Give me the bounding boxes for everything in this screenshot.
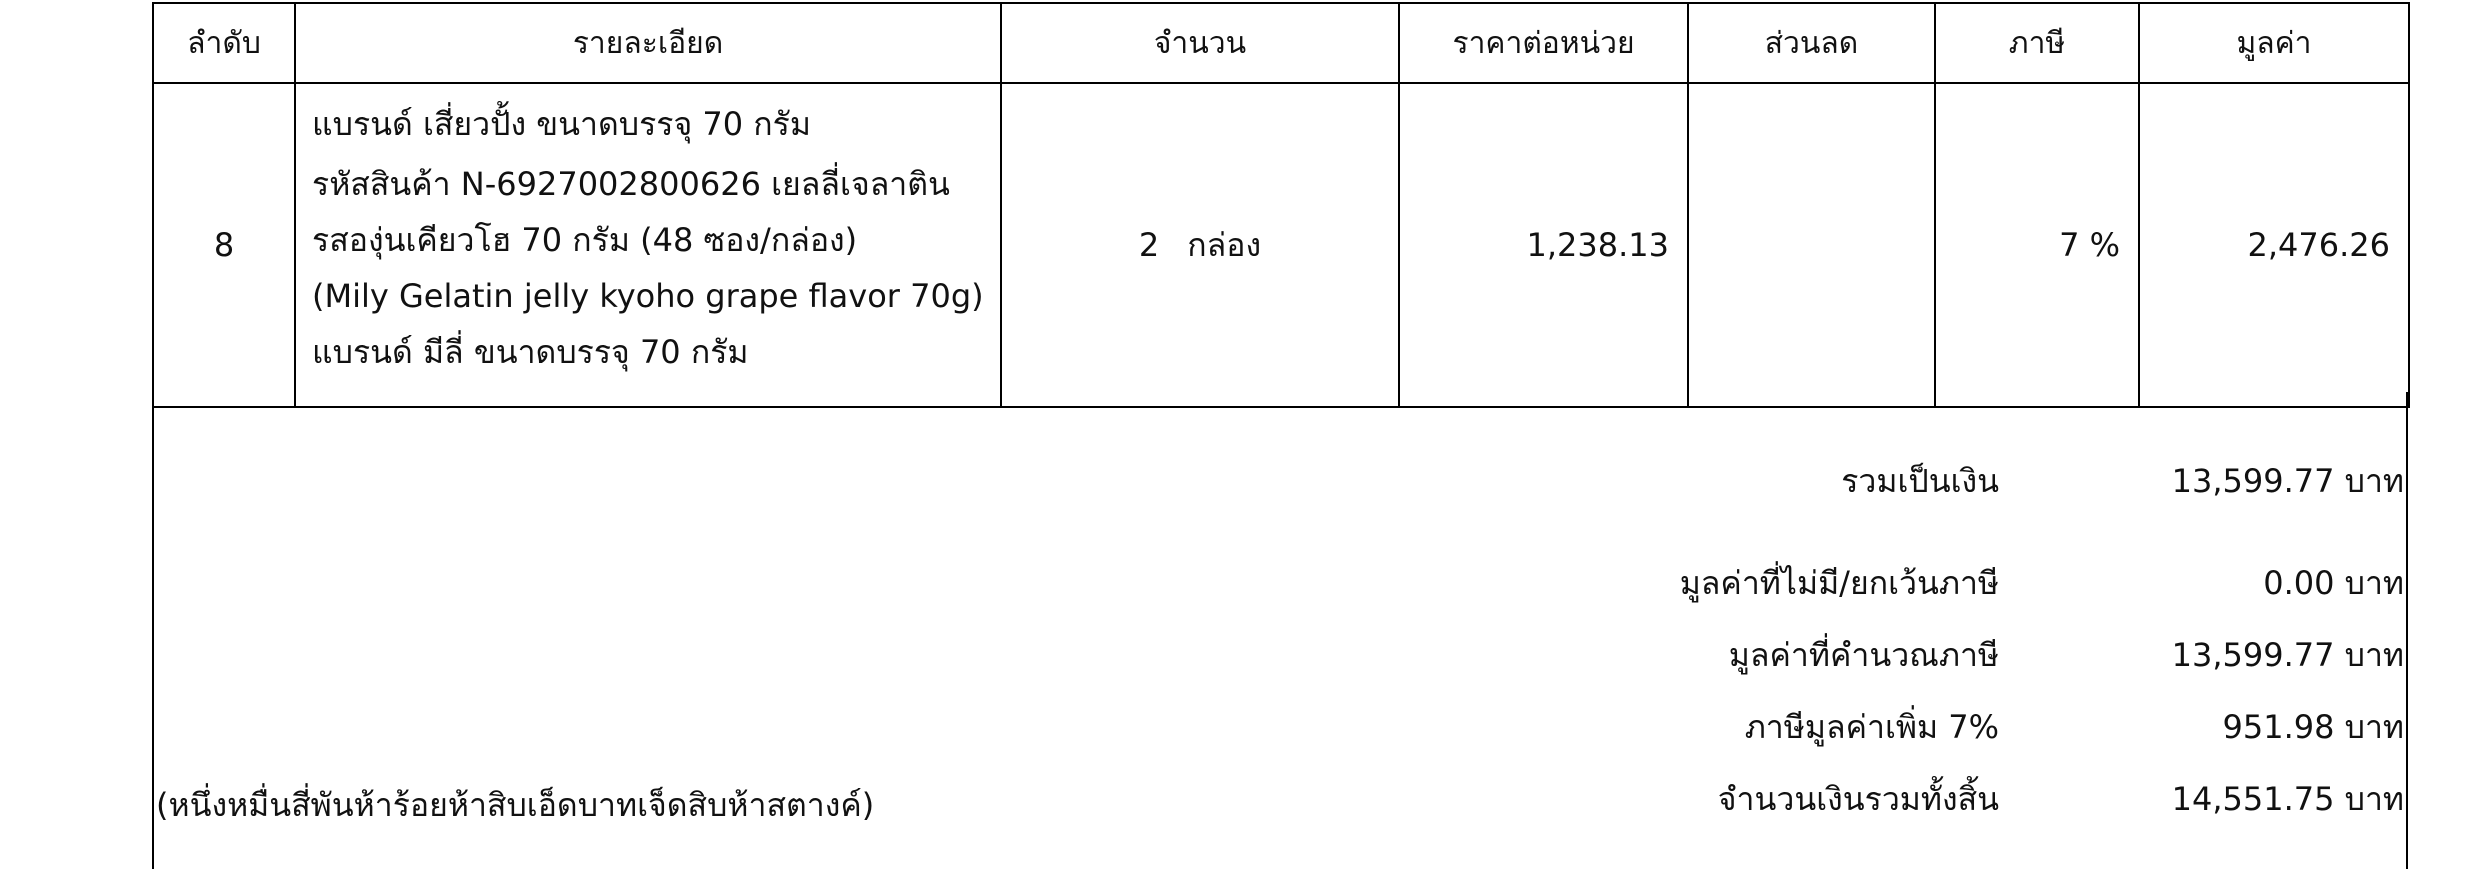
taxable-label: มูลค่าที่คำนวณภาษี — [1728, 636, 1999, 674]
row-unit-price: 1,238.13 — [1398, 82, 1689, 408]
header-quantity: จำนวน — [1000, 2, 1400, 84]
non-taxable-label: มูลค่าที่ไม่มี/ยกเว้นภาษี — [1679, 564, 1999, 602]
quantity-unit: กล่อง — [1187, 225, 1262, 264]
grand-total-value: 14,551.75 บาท — [2171, 780, 2404, 818]
subtotal-label: รวมเป็นเงิน — [1841, 462, 1999, 500]
row-number: 8 — [152, 82, 296, 408]
header-discount: ส่วนลด — [1687, 2, 1936, 84]
vat-value: 951.98 บาท — [2222, 708, 2404, 746]
description-line: (Mily Gelatin jelly kyoho grape flavor 7… — [312, 277, 984, 315]
vat-label: ภาษีมูลค่าเพิ่ม 7% — [1744, 708, 1999, 746]
summary-right-border — [2406, 392, 2408, 869]
table-row: 8 แบรนด์ เสี่ยวปั้ง ขนาดบรรจุ 70 กรัม รห… — [152, 82, 2410, 408]
amount-in-words: (หนึ่งหมื่นสี่พันห้าร้อยห้าสิบเอ็ดบาทเจ็… — [156, 786, 875, 824]
description-line: แบรนด์ มีลี่ ขนาดบรรจุ 70 กรัม — [312, 333, 749, 371]
description-line: แบรนด์ เสี่ยวปั้ง ขนาดบรรจุ 70 กรัม — [312, 105, 811, 143]
summary-left-border — [152, 392, 154, 869]
quantity-value: 2 — [1138, 225, 1160, 264]
row-quantity: 2 กล่อง — [1000, 82, 1400, 408]
row-tax: 7 % — [1934, 82, 2140, 408]
header-description: รายละเอียด — [294, 2, 1002, 84]
subtotal-value: 13,599.77 บาท — [2171, 462, 2404, 500]
header-no: ลำดับ — [152, 2, 296, 84]
row-description: แบรนด์ เสี่ยวปั้ง ขนาดบรรจุ 70 กรัม รหัส… — [294, 82, 1002, 408]
header-unit-price: ราคาต่อหน่วย — [1398, 2, 1689, 84]
description-line: รสองุ่นเคียวโฮ 70 กรัม (48 ซอง/กล่อง) — [312, 221, 858, 259]
taxable-value: 13,599.77 บาท — [2171, 636, 2404, 674]
row-discount — [1687, 82, 1936, 408]
description-line: รหัสสินค้า N-6927002800626 เยลลี่เจลาติน — [312, 165, 950, 203]
row-amount: 2,476.26 — [2138, 82, 2410, 408]
invoice-page: ลำดับ รายละเอียด จำนวน ราคาต่อหน่วย ส่วน… — [0, 0, 2481, 869]
items-table: ลำดับ รายละเอียด จำนวน ราคาต่อหน่วย ส่วน… — [152, 2, 2410, 408]
header-amount: มูลค่า — [2138, 2, 2410, 84]
grand-total-label: จำนวนเงินรวมทั้งสิ้น — [1717, 780, 1999, 818]
non-taxable-value: 0.00 บาท — [2263, 564, 2404, 602]
table-header-row: ลำดับ รายละเอียด จำนวน ราคาต่อหน่วย ส่วน… — [152, 2, 2410, 84]
header-tax: ภาษี — [1934, 2, 2140, 84]
